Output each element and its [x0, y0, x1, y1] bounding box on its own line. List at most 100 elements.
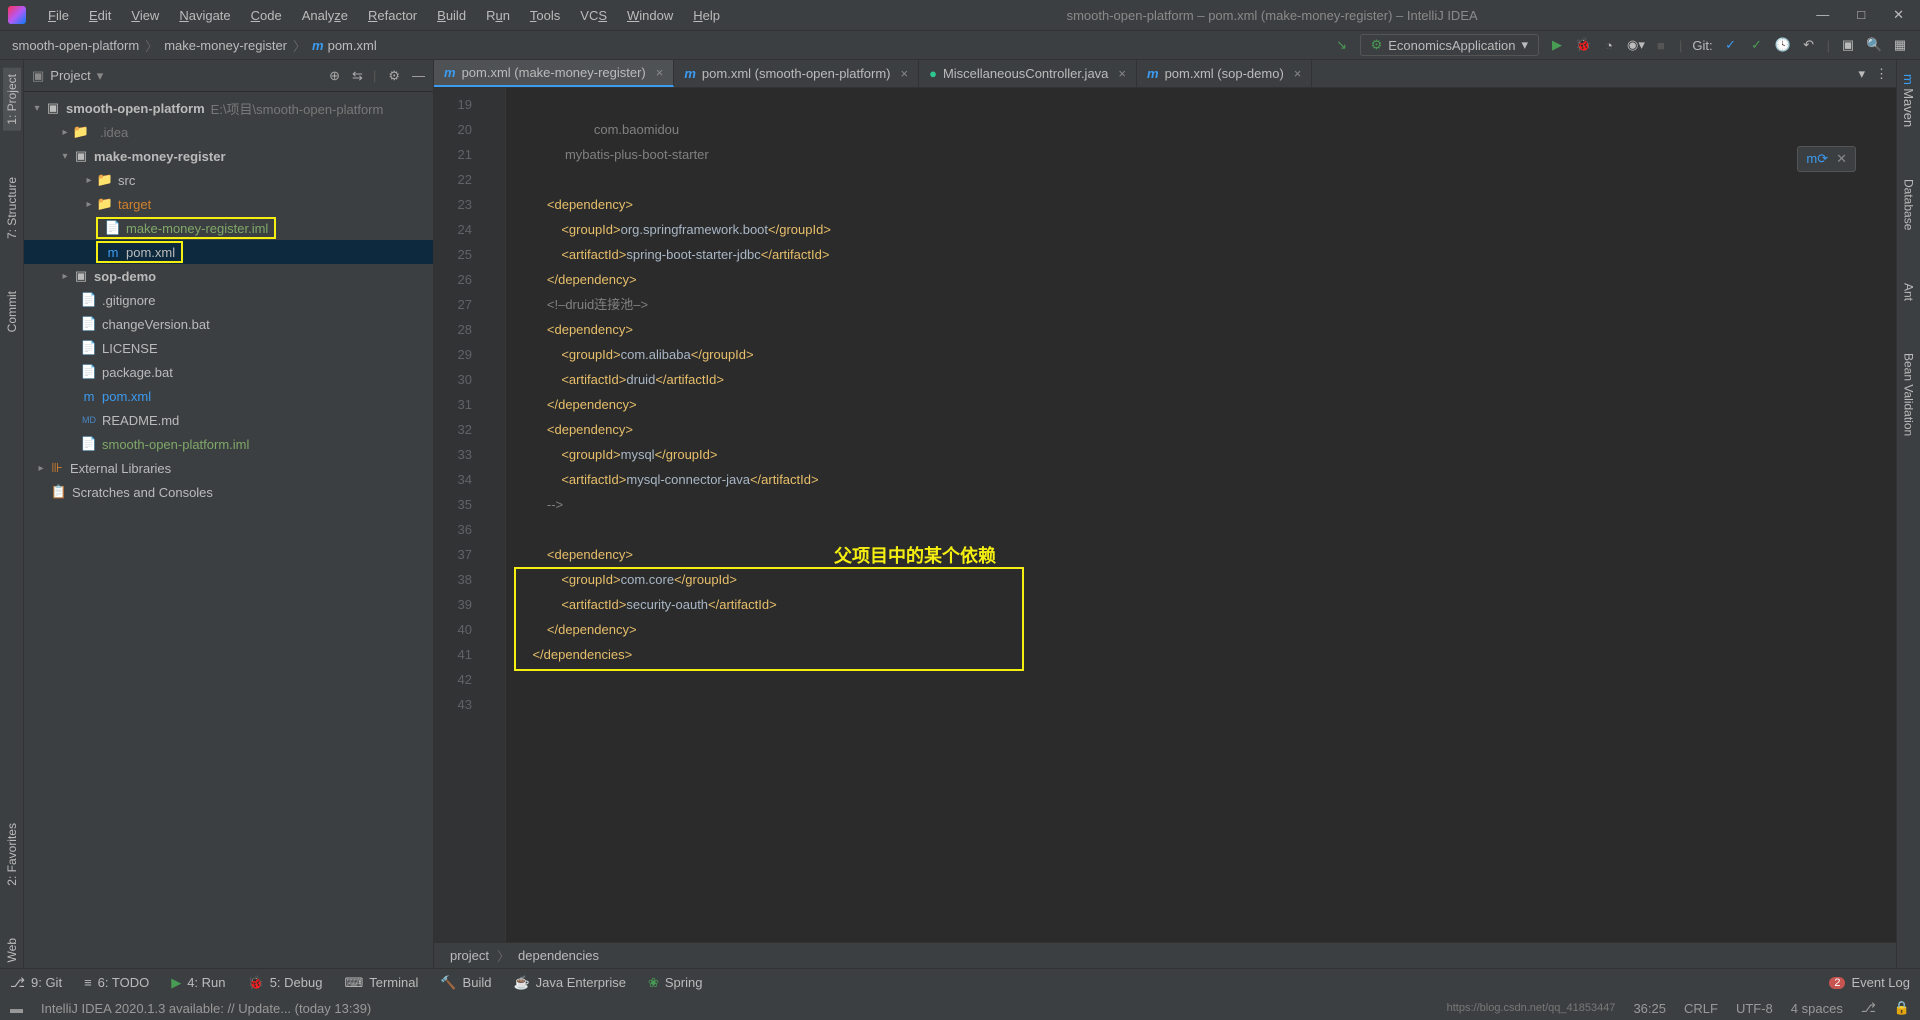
select-opened-icon[interactable]: ⊕ — [329, 68, 340, 84]
maven-overlay[interactable]: m⟳ ✕ — [1797, 146, 1856, 172]
menu-file[interactable]: File — [40, 4, 77, 27]
tab-close-icon[interactable]: × — [1118, 66, 1126, 81]
menu-vcs[interactable]: VCS — [572, 4, 615, 27]
tw-debug[interactable]: 🐞5: Debug — [248, 975, 323, 991]
editor-tab[interactable]: mpom.xml (make-money-register)× — [434, 60, 674, 87]
git-commit-icon[interactable]: ✓ — [1749, 37, 1765, 53]
tree-gitignore[interactable]: 📄.gitignore — [24, 288, 433, 312]
line-separator[interactable]: CRLF — [1684, 1001, 1718, 1016]
gear-icon[interactable]: ⚙ — [388, 68, 400, 84]
menu-run[interactable]: Run — [478, 4, 518, 27]
hide-icon[interactable]: — — [412, 68, 425, 83]
tab-close-icon[interactable]: × — [656, 65, 664, 80]
menu-navigate[interactable]: Navigate — [171, 4, 238, 27]
tree-ext-lib[interactable]: ▸⊪External Libraries — [24, 456, 433, 480]
run-config-selector[interactable]: ⚙ EconomicsApplication ▾ — [1360, 34, 1539, 56]
tool-commit[interactable]: Commit — [3, 285, 21, 338]
tw-build[interactable]: 🔨Build — [440, 975, 491, 991]
tree-idea[interactable]: ▸📁.idea — [24, 120, 433, 144]
tree-readme[interactable]: MDREADME.md — [24, 408, 433, 432]
bc-project[interactable]: project — [450, 948, 489, 963]
menu-help[interactable]: Help — [685, 4, 728, 27]
minimize-icon[interactable]: — — [1816, 7, 1829, 23]
coverage-icon[interactable]: ◔ — [1601, 38, 1617, 53]
editor-tab[interactable]: ●MiscellaneousController.java× — [919, 60, 1137, 87]
fold-bar[interactable] — [490, 88, 506, 942]
profile-icon[interactable]: ◉▾ — [1627, 37, 1643, 53]
expand-all-icon[interactable]: ⇆ — [352, 68, 363, 84]
tab-close-icon[interactable]: × — [1294, 66, 1302, 81]
debug-icon[interactable]: 🐞 — [1575, 37, 1591, 53]
project-tree[interactable]: ▾▣ smooth-open-platform E:\项目\smooth-ope… — [24, 92, 433, 968]
status-message[interactable]: IntelliJ IDEA 2020.1.3 available: // Upd… — [41, 1001, 371, 1016]
tree-pom-selected[interactable]: mpom.xml — [24, 240, 433, 264]
tool-maven[interactable]: m Maven — [1899, 68, 1918, 133]
file-encoding[interactable]: UTF-8 — [1736, 1001, 1773, 1016]
code-lines[interactable]: com.baomidou mybatis-plus-boot-starter <… — [506, 88, 1896, 942]
menu-view[interactable]: View — [123, 4, 167, 27]
search-everywhere-icon[interactable]: 🔍 — [1866, 37, 1882, 53]
chevron-down-icon[interactable]: ▾ — [1858, 66, 1865, 82]
tw-spring[interactable]: ❀Spring — [648, 975, 702, 991]
chevron-down-icon[interactable]: ▾ — [97, 68, 104, 84]
tree-sop-iml[interactable]: 📄smooth-open-platform.iml — [24, 432, 433, 456]
git-history-icon[interactable]: 🕓 — [1775, 37, 1791, 53]
crumb-file[interactable]: pom.xml — [328, 38, 377, 53]
overlay-close-icon[interactable]: ✕ — [1836, 151, 1847, 167]
close-icon[interactable]: ✕ — [1893, 7, 1904, 23]
tool-bean-validation[interactable]: Bean Validation — [1900, 347, 1918, 442]
crumb-root[interactable]: smooth-open-platform — [12, 38, 139, 53]
tool-web[interactable]: Web — [3, 932, 21, 968]
code-editor[interactable]: 1920212223242526272829303132333435363738… — [434, 88, 1896, 942]
tw-event-log[interactable]: 2Event Log — [1829, 975, 1910, 990]
git-branch-status[interactable]: ⎇ — [1861, 1000, 1876, 1016]
menu-build[interactable]: Build — [429, 4, 474, 27]
git-update-icon[interactable]: ✓ — [1723, 37, 1739, 53]
tab-close-icon[interactable]: × — [900, 66, 908, 81]
bc-dependencies[interactable]: dependencies — [518, 948, 599, 963]
tree-src[interactable]: ▸📁src — [24, 168, 433, 192]
tree-root[interactable]: ▾▣ smooth-open-platform E:\项目\smooth-ope… — [24, 96, 433, 120]
menu-tools[interactable]: Tools — [522, 4, 568, 27]
ide-settings-icon[interactable]: ▦ — [1892, 37, 1908, 53]
run-icon[interactable]: ▶ — [1549, 37, 1565, 53]
tw-todo[interactable]: ≡6: TODO — [84, 975, 149, 990]
more-icon[interactable]: ⋮ — [1875, 66, 1888, 82]
tree-scratches[interactable]: 📋Scratches and Consoles — [24, 480, 433, 504]
tree-changeversion[interactable]: 📄changeVersion.bat — [24, 312, 433, 336]
tool-window-quick-icon[interactable]: ▬ — [10, 1001, 23, 1016]
menu-window[interactable]: Window — [619, 4, 681, 27]
tree-sop-demo[interactable]: ▸▣sop-demo — [24, 264, 433, 288]
crumb-module[interactable]: make-money-register — [164, 38, 287, 53]
tool-structure[interactable]: 7: Structure — [3, 171, 21, 245]
sidebar-title[interactable]: Project — [50, 68, 90, 83]
tw-run[interactable]: ▶4: Run — [171, 975, 225, 991]
tw-terminal[interactable]: ⌨Terminal — [344, 975, 418, 991]
show-in-project-icon[interactable]: ▣ — [1840, 37, 1856, 53]
menu-edit[interactable]: Edit — [81, 4, 119, 27]
lock-icon[interactable]: 🔒 — [1894, 1000, 1910, 1016]
maximize-icon[interactable]: □ — [1857, 7, 1865, 23]
tool-database[interactable]: Database — [1900, 173, 1918, 236]
stop-icon[interactable]: ■ — [1653, 38, 1669, 53]
tw-java[interactable]: ☕Java Enterprise — [513, 975, 626, 991]
editor-tab[interactable]: mpom.xml (smooth-open-platform)× — [674, 60, 919, 87]
tree-mmr-iml[interactable]: 📄make-money-register.iml — [24, 216, 433, 240]
tree-mmr[interactable]: ▾▣make-money-register — [24, 144, 433, 168]
tw-git[interactable]: ⎇9: Git — [10, 975, 62, 991]
maven-reload-icon[interactable]: m⟳ — [1806, 151, 1828, 167]
indent-info[interactable]: 4 spaces — [1791, 1001, 1843, 1016]
git-rollback-icon[interactable]: ↶ — [1801, 37, 1817, 53]
editor-tab[interactable]: mpom.xml (sop-demo)× — [1137, 60, 1312, 87]
build-hammer-icon[interactable]: ↘ — [1334, 37, 1350, 53]
menu-analyze[interactable]: Analyze — [294, 4, 356, 27]
tree-license[interactable]: 📄LICENSE — [24, 336, 433, 360]
tool-ant[interactable]: Ant — [1900, 277, 1918, 307]
menu-code[interactable]: Code — [243, 4, 290, 27]
tree-target[interactable]: ▸📁target — [24, 192, 433, 216]
menu-refactor[interactable]: Refactor — [360, 4, 425, 27]
caret-position[interactable]: 36:25 — [1633, 1001, 1666, 1016]
tool-favorites[interactable]: 2: Favorites — [3, 817, 21, 892]
tool-project[interactable]: 1: Project — [3, 68, 21, 131]
tree-root-pom[interactable]: mpom.xml — [24, 384, 433, 408]
